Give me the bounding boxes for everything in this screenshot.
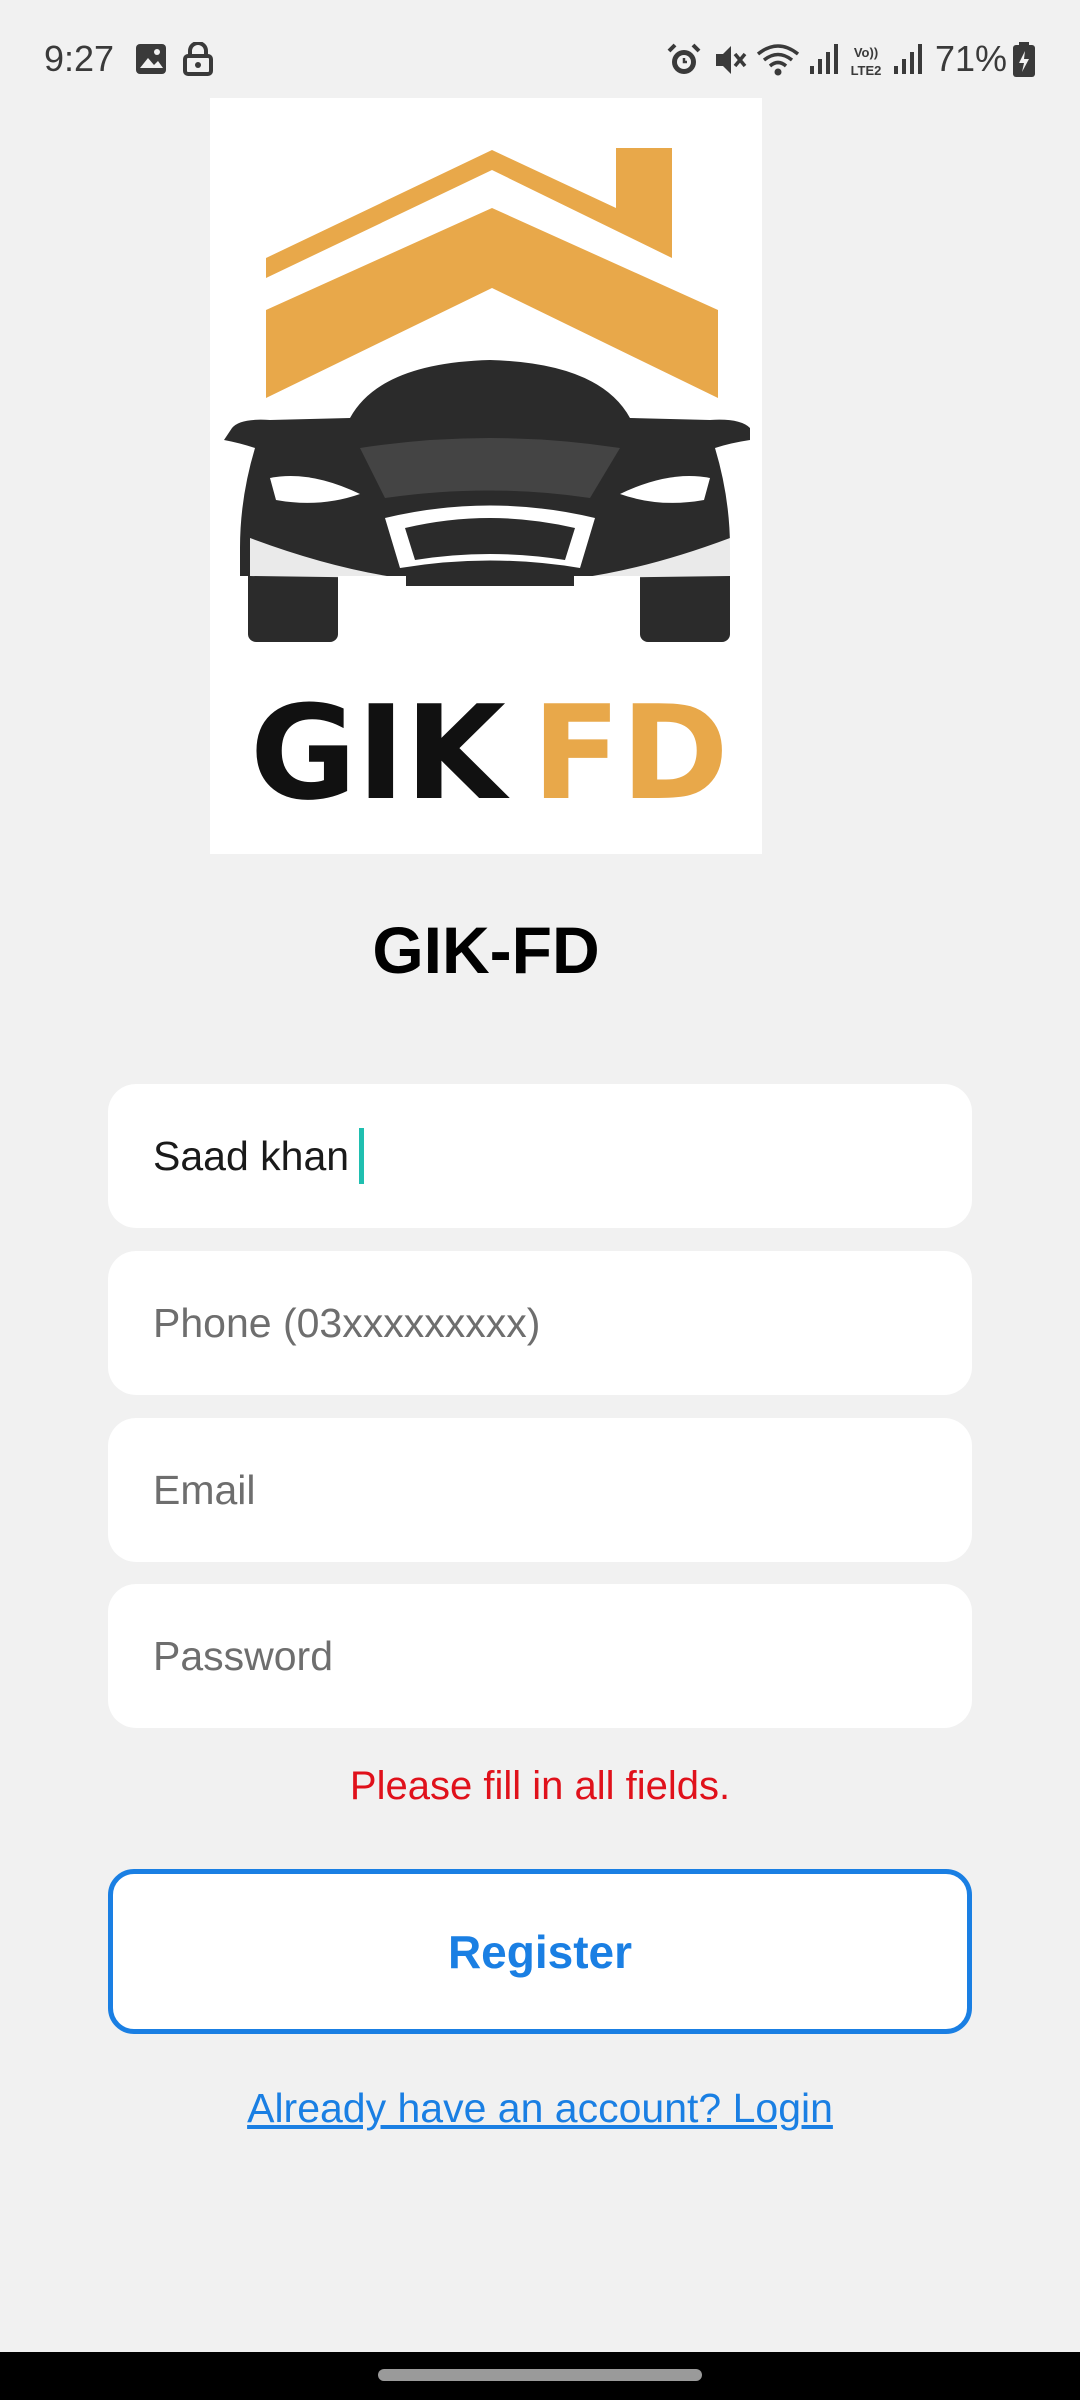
- email-placeholder: Email: [153, 1466, 256, 1513]
- logo-text-fd: FD: [532, 677, 729, 829]
- lock-icon: [183, 42, 213, 76]
- phone-input[interactable]: Phone (03xxxxxxxxx): [108, 1251, 972, 1395]
- image-icon: [136, 44, 166, 74]
- wifi-icon: [756, 44, 800, 76]
- login-link[interactable]: Already have an account? Login: [0, 2085, 1080, 2132]
- home-indicator[interactable]: [378, 2369, 702, 2381]
- name-input[interactable]: Saad khan: [108, 1084, 972, 1228]
- register-screen: 9:27 Vo)) LTE2 71% GIK FD GIK-FD Saad kh…: [0, 0, 1080, 2400]
- alarm-icon: [667, 43, 701, 74]
- battery-icon: [1013, 42, 1035, 77]
- register-button-label: Register: [447, 1925, 633, 1978]
- house-car-logo-icon: GIK FD: [224, 148, 750, 829]
- mute-icon: [716, 46, 747, 74]
- battery-percent: 71%: [935, 38, 1008, 79]
- app-logo: GIK FD: [210, 98, 762, 854]
- signal-icon: [894, 44, 922, 74]
- svg-text:LTE2: LTE2: [851, 63, 882, 78]
- phone-placeholder: Phone (03xxxxxxxxx): [153, 1299, 541, 1346]
- app-title: GIK-FD: [372, 913, 600, 987]
- volte-icon: Vo)) LTE2: [851, 45, 882, 78]
- password-placeholder: Password: [153, 1632, 334, 1679]
- password-input[interactable]: Password: [108, 1584, 972, 1728]
- svg-text:Vo)): Vo)): [854, 45, 878, 60]
- text-cursor: [359, 1128, 365, 1184]
- name-input-value: Saad khan: [153, 1132, 350, 1179]
- register-button[interactable]: Register: [108, 1869, 972, 2034]
- status-time: 9:27: [44, 38, 115, 79]
- email-input[interactable]: Email: [108, 1418, 972, 1562]
- logo-text-gik: GIK: [250, 677, 510, 829]
- error-message: Please fill in all fields.: [349, 1764, 731, 1808]
- signal-icon: [810, 44, 838, 74]
